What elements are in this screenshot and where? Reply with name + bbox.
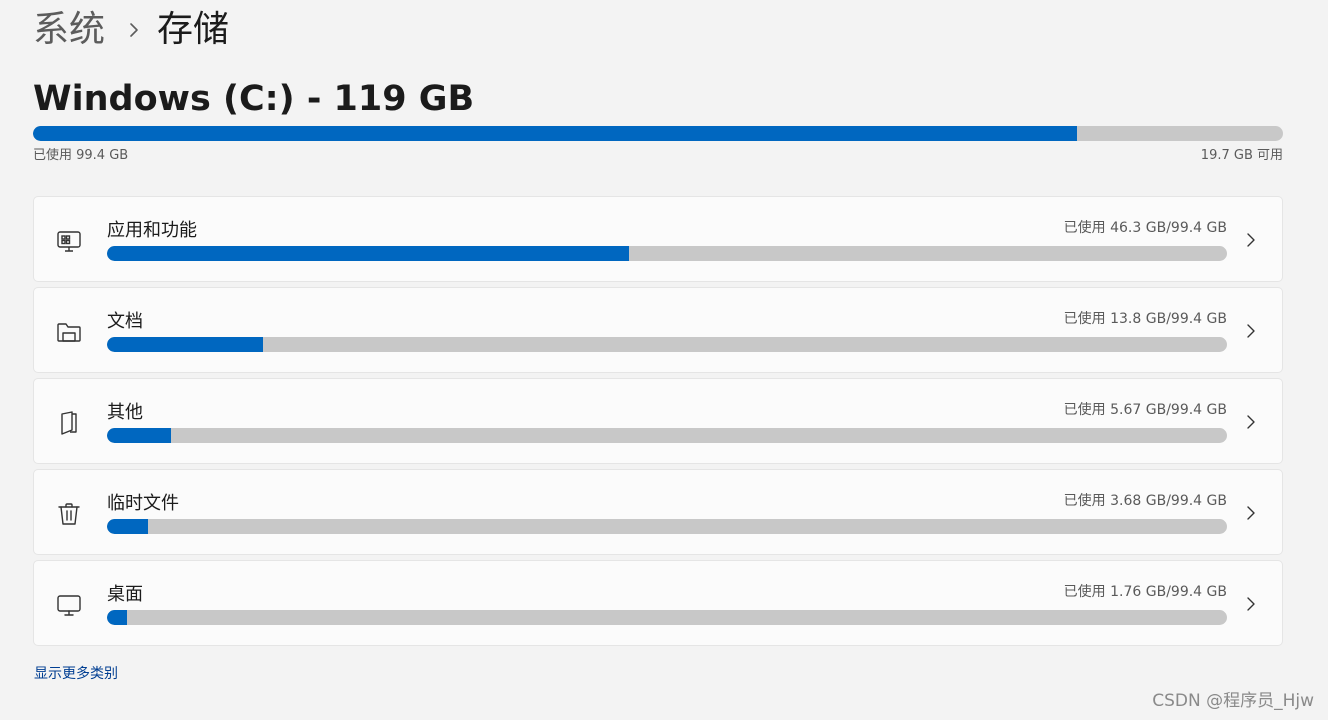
category-desktop[interactable]: 桌面 已使用 1.76 GB/99.4 GB xyxy=(33,560,1283,646)
category-usage-bar-fill xyxy=(107,428,171,443)
category-usage: 已使用 5.67 GB/99.4 GB xyxy=(1063,402,1227,418)
chevron-right-icon xyxy=(1244,594,1258,614)
other-files-icon xyxy=(54,408,84,438)
category-label: 其他 xyxy=(107,402,143,423)
category-apps[interactable]: 应用和功能 已使用 46.3 GB/99.4 GB xyxy=(33,196,1283,282)
show-more-categories-link[interactable]: 显示更多类别 xyxy=(34,664,118,684)
category-usage: 已使用 3.68 GB/99.4 GB xyxy=(1063,493,1227,509)
category-label: 应用和功能 xyxy=(107,220,197,241)
page-title: 存储 xyxy=(157,9,230,50)
category-label: 文档 xyxy=(107,311,143,332)
desktop-icon xyxy=(54,590,84,620)
category-temp-files[interactable]: 临时文件 已使用 3.68 GB/99.4 GB xyxy=(33,469,1283,555)
chevron-right-icon xyxy=(1244,503,1258,523)
category-other[interactable]: 其他 已使用 5.67 GB/99.4 GB xyxy=(33,378,1283,464)
storage-categories: 应用和功能 已使用 46.3 GB/99.4 GB 文档 已使用 13.8 GB… xyxy=(33,196,1283,651)
folder-icon xyxy=(54,317,84,347)
watermark: CSDN @程序员_Hjw xyxy=(1152,691,1314,711)
drive-usage-bar xyxy=(33,126,1283,141)
category-usage-bar-fill xyxy=(107,610,128,625)
category-usage-bar-fill xyxy=(107,246,629,261)
storage-settings-page: 系统 存储 Windows (C:) - 119 GB 已使用 99.4 GB … xyxy=(0,0,1328,720)
drive-title: Windows (C:) - 119 GB xyxy=(33,79,475,119)
trash-icon xyxy=(54,499,84,529)
chevron-right-icon xyxy=(129,22,139,38)
apps-icon xyxy=(54,226,84,256)
category-usage-bar xyxy=(107,428,1227,443)
category-usage: 已使用 1.76 GB/99.4 GB xyxy=(1063,584,1227,600)
breadcrumb: 系统 存储 xyxy=(33,6,229,54)
category-usage-bar xyxy=(107,519,1227,534)
chevron-right-icon xyxy=(1244,412,1258,432)
drive-free-label: 19.7 GB 可用 xyxy=(1200,148,1283,163)
category-usage-bar xyxy=(107,337,1227,352)
drive-usage-bar-fill xyxy=(33,126,1077,141)
breadcrumb-system[interactable]: 系统 xyxy=(33,6,105,54)
category-usage: 已使用 13.8 GB/99.4 GB xyxy=(1063,311,1227,327)
chevron-right-icon xyxy=(1244,321,1258,341)
category-usage-bar xyxy=(107,246,1227,261)
category-label: 桌面 xyxy=(107,584,143,605)
category-usage: 已使用 46.3 GB/99.4 GB xyxy=(1063,220,1227,236)
category-usage-bar xyxy=(107,610,1227,625)
category-label: 临时文件 xyxy=(107,493,179,514)
chevron-right-icon xyxy=(1244,230,1258,250)
category-documents[interactable]: 文档 已使用 13.8 GB/99.4 GB xyxy=(33,287,1283,373)
category-usage-bar-fill xyxy=(107,519,149,534)
category-usage-bar-fill xyxy=(107,337,263,352)
drive-used-label: 已使用 99.4 GB xyxy=(33,148,129,163)
